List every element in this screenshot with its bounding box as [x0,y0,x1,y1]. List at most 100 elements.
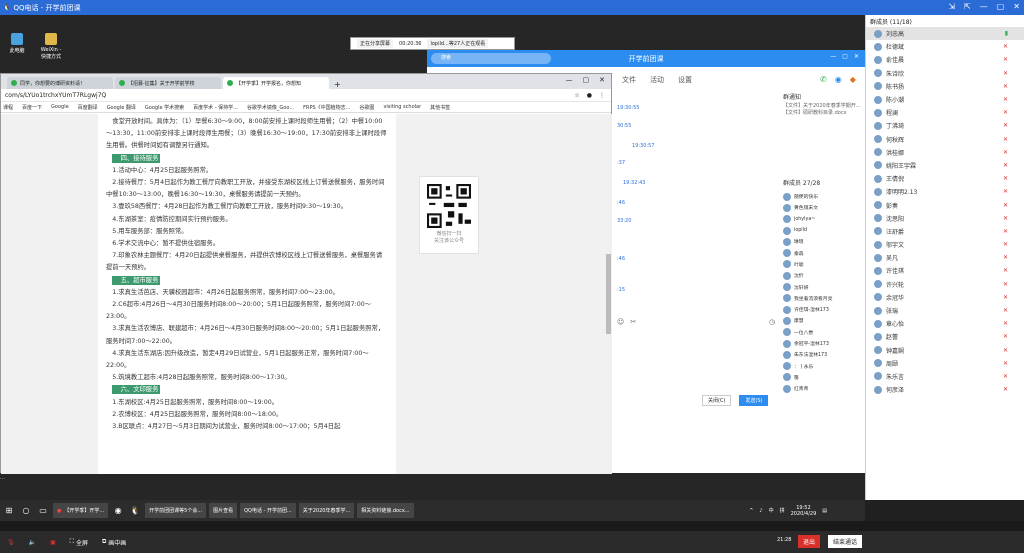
star-icon[interactable]: ☆ [574,92,579,99]
taskbar-clock[interactable]: 19:52 2020/4/29 [791,505,817,517]
bookmark-item[interactable]: 百度翻译 [78,104,98,111]
phone-icon[interactable]: ✆ [820,75,827,84]
tray-arrow-icon[interactable]: ^ [749,508,753,514]
ime-icon[interactable]: 中 [769,507,774,514]
bookmark-item[interactable]: visiting scholar [383,104,421,110]
menu-icon[interactable]: ⋮ [599,92,605,99]
send-button[interactable]: 发送(S) [739,395,769,406]
group-member-item[interactable]: lopild [783,225,865,236]
firefox-icon[interactable]: ◉ [111,503,125,518]
volume-icon[interactable]: ♪ [759,508,762,514]
call-member-item[interactable]: 刘忠高 ▮ [866,27,1024,41]
group-member-item[interactable]: 余冠平-湿林173 [783,338,865,349]
chat-search-input[interactable]: 搜索 [431,53,551,64]
speaker-icon[interactable]: 🔈 [29,539,36,546]
call-member-item[interactable]: 朱诗欣 ✕ [866,67,1024,80]
menu-settings[interactable]: 设置 [678,75,692,85]
bookmark-item[interactable]: 百度一下 [22,104,42,111]
app-icon[interactable]: ◆ [850,75,856,84]
desktop-icon-pc[interactable]: 此电脑 [4,33,30,60]
desktop-icon-weixin[interactable]: WeiXin - 快捷方式 [38,33,64,60]
viewers-note[interactable]: lopild...等27人正在观看 [427,39,489,48]
page-scrollbar[interactable] [605,114,612,474]
bookmark-item[interactable]: 谷歌学术镜像_Goo... [247,104,294,111]
bookmark-item[interactable]: FRPS《中国植物志... [303,104,350,111]
menu-files[interactable]: 文件 [622,75,636,85]
call-member-item[interactable]: 彭奏 ✕ [866,198,1024,211]
address-bar[interactable]: com/s/LYUo1trchxYUmT7RLgwj7Q ☆ ● ⋮ [1,89,611,102]
emoji-icon[interactable]: ☺ [617,318,624,326]
bookmark-item[interactable]: 百度学术 - 保持学... [193,104,238,111]
url-text[interactable]: com/s/LYUo1trchxYUmT7RLgwj7Q [5,92,106,99]
taskbar-item-docx[interactable]: 相关资料链接.docx... [357,503,414,518]
scrollbar-thumb[interactable] [606,254,611,334]
minimize-button[interactable]: — [980,2,988,12]
video-icon[interactable]: ◉ [835,75,842,84]
leave-button[interactable]: 退出 [798,535,821,548]
call-member-item[interactable]: 何秋辉 ✕ [866,133,1024,146]
notice-item[interactable]: 【文件】关于2020年春季学期开... [783,103,865,110]
notice-item[interactable]: 【文件】硕研教科目录.docx [783,110,865,117]
call-member-item[interactable]: 汪舒爵 ✕ [866,225,1024,238]
group-member-item[interactable]: 一位八尝 [783,327,865,338]
call-member-item[interactable]: 许佳琪 ✕ [866,264,1024,277]
extension-icon[interactable]: ● [587,92,592,99]
qq-icon[interactable]: 🐧 [128,503,142,518]
group-member-item[interactable]: 我坐着流浪看月亮 [783,293,865,304]
task-view-icon[interactable]: ▭ [36,503,50,518]
taskbar-item-chrome[interactable]: ● 【开学季】开学... [53,503,109,518]
call-member-item[interactable]: 王倩倪 ✕ [866,172,1024,185]
call-member-item[interactable]: 邬宇文 ✕ [866,238,1024,251]
taskbar-item-qq-call[interactable]: QQ电话 - 开学前团... [240,503,296,518]
group-member-item[interactable]: 秦森 [783,247,865,258]
history-icon[interactable]: ◷ [769,318,775,326]
chat-minimize-icon[interactable]: — [830,53,836,60]
notification-icon[interactable]: ▤ [822,508,827,514]
menu-activity[interactable]: 活动 [650,75,664,85]
camera-icon[interactable]: ▣ [50,539,56,546]
mic-icon[interactable]: 🎙 [7,539,15,546]
call-member-item[interactable]: 余冠华 ✕ [866,291,1024,304]
call-member-item[interactable]: 赵蕾 ✕ [866,330,1024,343]
call-member-item[interactable]: 沈思阳 ✕ [866,212,1024,225]
group-member-item[interactable]: 许佳琪-湿林173 [783,304,865,315]
pip-button[interactable]: ⧉ 画中画 [102,538,126,547]
call-member-item[interactable]: 朱乐言 ✕ [866,370,1024,383]
search-icon[interactable]: ○ [19,503,33,518]
chat-close-icon[interactable]: ✕ [854,53,859,60]
group-member-item[interactable]: 罄 [783,372,865,383]
group-member-item[interactable]: johylya~ [783,214,865,225]
call-member-item[interactable]: 丁沸琦 ✕ [866,119,1024,132]
close-button[interactable]: ✕ [1013,2,1020,12]
group-member-item[interactable]: 沈忻 [783,270,865,281]
browser-maximize-button[interactable]: ▢ [583,76,590,84]
restore-icon[interactable]: ⇲ [948,2,955,12]
call-member-item[interactable]: 漆明明2.13 ✕ [866,185,1024,198]
taskbar-item-qq-group[interactable]: 开学前团团课等5个会... [145,503,207,518]
group-member-item[interactable]: 朱东法湿林173 [783,349,865,360]
call-member-item[interactable]: 何彦泽 ✕ [866,383,1024,396]
close-chat-button[interactable]: 关闭(C) [702,395,732,406]
browser-close-button[interactable]: ✕ [599,76,605,84]
call-member-item[interactable]: 陈书扬 ✕ [866,80,1024,93]
call-member-item[interactable]: 周颐 ✕ [866,357,1024,370]
browser-tab[interactable]: 【招募·征集】关于开学前学校 [115,77,221,89]
pin-icon[interactable]: ⇱ [964,2,971,12]
browser-minimize-button[interactable]: — [566,76,573,84]
call-member-item[interactable]: 吴凡 ✕ [866,251,1024,264]
group-member-item[interactable]: 随便的快乐 [783,191,865,202]
bookmark-item[interactable]: 谷歌图 [359,104,374,111]
group-member-item[interactable]: 沈轩妍 [783,281,865,292]
call-member-item[interactable]: 洪桂娜 ✕ [866,146,1024,159]
group-member-item[interactable]: ： ) 永乐 [783,360,865,371]
group-member-item[interactable]: 红青青 [783,383,865,394]
browser-tab-active[interactable]: 【开学季】开学报名，你想知 [223,77,329,89]
start-icon[interactable]: ⊞ [2,503,16,518]
group-member-item[interactable]: 黄色镜末文 [783,202,865,213]
call-member-item[interactable]: 杜德斌 ✕ [866,40,1024,53]
taskbar-item-word[interactable]: 关于2020年春季学... [298,503,355,518]
taskbar-item-photos[interactable]: 图片查看 [209,503,238,518]
call-member-item[interactable]: 钟嘉娴 ✕ [866,344,1024,357]
bookmark-item[interactable]: 课程 [3,104,13,111]
bookmark-item[interactable]: 其他书签 [430,104,450,111]
